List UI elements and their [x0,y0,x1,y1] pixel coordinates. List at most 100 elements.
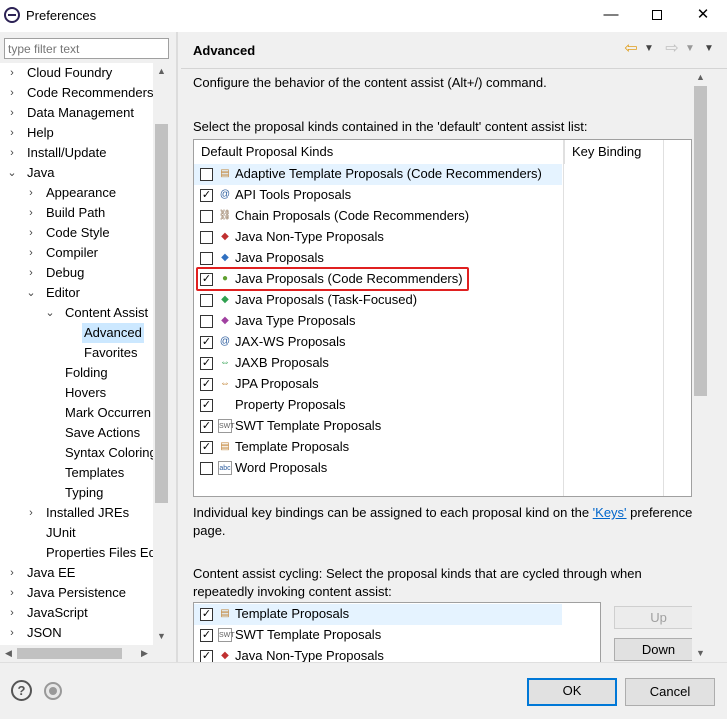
chevron-right-icon[interactable]: › [25,203,37,223]
chevron-right-icon[interactable]: › [6,83,18,103]
table-row[interactable]: ⛓ Chain Proposals (Code Recommenders) [194,206,562,227]
tree-item[interactable]: › Data Management [0,103,170,123]
tree-item[interactable]: Hovers [0,383,170,403]
scroll-left-arrow[interactable]: ◀ [0,645,17,662]
table-row[interactable]: ✓ ⇔ JPA Proposals [194,374,562,395]
chevron-right-icon[interactable]: › [6,103,18,123]
chevron-right-icon[interactable]: › [25,243,37,263]
tree-item[interactable]: › Build Path [0,203,170,223]
checkbox[interactable]: ✓ [200,441,213,454]
scroll-thumb[interactable] [17,648,122,659]
scroll-up-arrow[interactable]: ▲ [692,69,708,86]
table-row[interactable]: ✓ ◆ Java Non-Type Proposals [194,646,562,662]
checkbox[interactable]: ✓ [200,378,213,391]
view-menu-icon[interactable]: ▼ [703,40,715,58]
table-row[interactable]: ◆ Java Non-Type Proposals [194,227,562,248]
chevron-down-icon[interactable]: ⌄ [25,283,37,303]
scroll-down-arrow[interactable]: ▼ [153,628,170,645]
tree-item[interactable]: Favorites [0,343,170,363]
scroll-right-arrow[interactable]: ▶ [136,645,153,662]
maximize-button[interactable] [634,0,680,30]
chevron-right-icon[interactable]: › [6,583,18,603]
tree-item[interactable]: › Debug [0,263,170,283]
tree-item[interactable]: JUnit [0,523,170,543]
chevron-right-icon[interactable]: › [25,503,37,523]
checkbox[interactable] [200,462,213,475]
chevron-right-icon[interactable]: › [6,63,18,83]
close-button[interactable]: ✕ [680,0,726,30]
checkbox[interactable]: ✓ [200,336,213,349]
tree-item[interactable]: Properties Files Ed [0,543,170,563]
column-header-key-binding[interactable]: Key Binding [564,140,660,164]
tree-item[interactable]: › Compiler [0,243,170,263]
page-vertical-scrollbar[interactable]: ▲ ▼ [692,69,708,662]
checkbox[interactable] [200,294,213,307]
up-button[interactable]: Up [614,606,703,629]
scroll-up-arrow[interactable]: ▲ [153,63,170,80]
table-row[interactable]: ✓ @ API Tools Proposals [194,185,562,206]
cancel-button[interactable]: Cancel [625,678,715,706]
tree-item[interactable]: › Installed JREs [0,503,170,523]
table-row[interactable]: ✓ SWT SWT Template Proposals [194,416,562,437]
chevron-right-icon[interactable]: › [25,223,37,243]
checkbox[interactable]: ✓ [200,650,213,662]
table-row[interactable]: ✓ @ JAX-WS Proposals [194,332,562,353]
checkbox[interactable] [200,210,213,223]
scroll-thumb[interactable] [155,124,168,503]
tree-item[interactable]: › Help [0,123,170,143]
chevron-right-icon[interactable]: › [25,263,37,283]
chevron-right-icon[interactable]: › [6,123,18,143]
pane-divider[interactable] [176,32,178,662]
table-row[interactable]: abc Word Proposals [194,458,562,479]
keys-link[interactable]: 'Keys' [593,505,627,520]
down-button[interactable]: Down [614,638,703,661]
checkbox[interactable]: ✓ [200,420,213,433]
tree-item[interactable]: Folding [0,363,170,383]
tree-item[interactable]: ⌄ Content Assist [0,303,170,323]
checkbox[interactable] [200,231,213,244]
checkbox[interactable]: ✓ [200,399,213,412]
back-arrow-icon[interactable]: ⇦ [621,40,641,58]
help-icon[interactable]: ? [11,680,32,701]
table-row[interactable]: ✓ ▤ Template Proposals [194,604,562,625]
tree-item[interactable]: Syntax Coloring [0,443,170,463]
table-row[interactable]: ◆ Java Proposals [194,248,562,269]
tree-horizontal-scrollbar[interactable]: ◀ ▶ [0,645,170,662]
table-row[interactable]: ◆ Java Type Proposals [194,311,562,332]
tree-item[interactable]: › Java Persistence [0,583,170,603]
chevron-right-icon[interactable]: › [6,623,18,643]
table-row[interactable]: ◆ Java Proposals (Task-Focused) [194,290,562,311]
tree-item[interactable]: Typing [0,483,170,503]
chevron-right-icon[interactable]: › [6,603,18,623]
chevron-right-icon[interactable]: › [25,183,37,203]
tree-item[interactable]: › Install/Update [0,143,170,163]
tree-item[interactable]: › Code Style [0,223,170,243]
table-row[interactable]: ▤ Adaptive Template Proposals (Code Recom… [194,164,562,185]
column-header-proposal-kinds[interactable]: Default Proposal Kinds [194,140,563,164]
scroll-thumb[interactable] [694,86,707,396]
checkbox[interactable] [200,252,213,265]
ok-button[interactable]: OK [527,678,617,706]
forward-dropdown-icon[interactable]: ▼ [684,40,696,58]
tree-item[interactable]: › Code Recommenders [0,83,170,103]
tree-item[interactable]: Save Actions [0,423,170,443]
tree-item[interactable]: › Appearance [0,183,170,203]
tree-item[interactable]: › JavaScript [0,603,170,623]
checkbox[interactable]: ✓ [200,629,213,642]
import-export-icon[interactable] [44,682,62,700]
checkbox[interactable]: ✓ [200,189,213,202]
chevron-down-icon[interactable]: ⌄ [44,303,56,323]
chevron-right-icon[interactable]: › [6,563,18,583]
tree-item[interactable]: Advanced [0,323,170,343]
table-row[interactable]: ✓ ▤ Template Proposals [194,437,562,458]
filter-input[interactable] [4,38,169,59]
chevron-right-icon[interactable]: › [6,143,18,163]
back-dropdown-icon[interactable]: ▼ [643,40,655,58]
minimize-button[interactable]: — [588,0,634,30]
scroll-down-arrow[interactable]: ▼ [692,645,708,662]
tree-item[interactable]: ⌄ Editor [0,283,170,303]
tree-item[interactable]: › Java EE [0,563,170,583]
tree-item[interactable]: ⌄ Java [0,163,170,183]
chevron-down-icon[interactable]: ⌄ [6,163,18,183]
checkbox[interactable]: ✓ [200,357,213,370]
